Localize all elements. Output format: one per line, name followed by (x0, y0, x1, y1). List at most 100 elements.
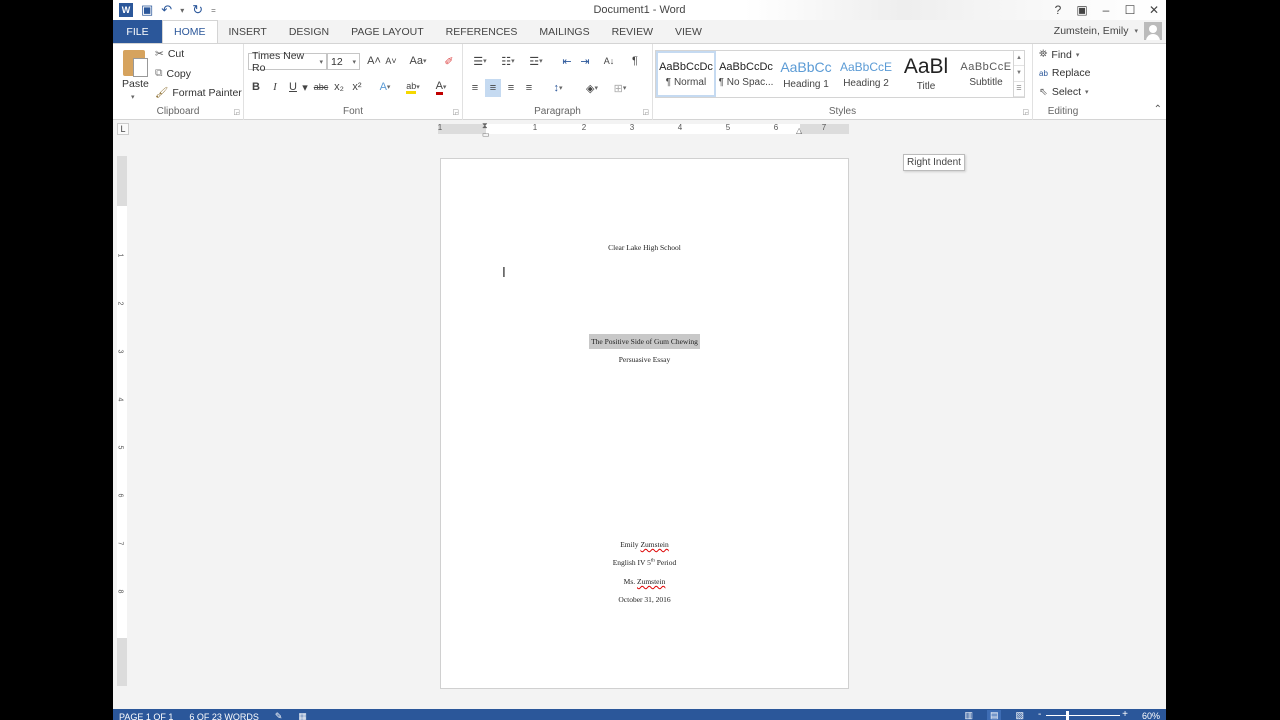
close-icon[interactable]: ✕ (1142, 0, 1166, 20)
proofing-icon[interactable]: ✎ (275, 711, 283, 720)
clear-formatting-icon[interactable]: ✐ (441, 52, 457, 70)
subscript-button[interactable]: x₂ (332, 78, 346, 96)
borders-button[interactable]: ⊞ ▾ (608, 79, 632, 97)
help-icon[interactable]: ? (1046, 0, 1070, 20)
strikethrough-button[interactable]: abc (312, 78, 330, 96)
tab-mailings[interactable]: MAILINGS (528, 20, 600, 43)
italic-button[interactable]: I (268, 78, 282, 96)
find-button[interactable]: ⛯ Find ▾ (1039, 48, 1079, 61)
scroll-down-icon[interactable]: ▼ (1014, 66, 1024, 82)
tab-references[interactable]: REFERENCES (435, 20, 529, 43)
read-mode-icon[interactable]: ▥ (964, 710, 973, 720)
multilevel-list-button[interactable]: ☲ ▾ (525, 52, 547, 70)
tab-design[interactable]: DESIGN (278, 20, 340, 43)
show-hide-marks-button[interactable]: ¶ (628, 52, 642, 70)
right-indent-handle[interactable]: △ (796, 126, 802, 135)
underline-button[interactable]: U (286, 78, 300, 96)
doc-line-school[interactable]: Clear Lake High School (441, 243, 848, 252)
justify-button[interactable]: ≡ (521, 79, 537, 97)
page-count[interactable]: PAGE 1 OF 1 (119, 712, 173, 720)
shading-button[interactable]: ◈ ▾ (580, 79, 604, 97)
font-size-select[interactable]: 12 ▾ (327, 53, 360, 70)
left-indent-handle[interactable]: ▭ (482, 130, 490, 139)
dialog-launcher-icon[interactable]: ◲ (452, 108, 459, 116)
doc-line-author[interactable]: Emily Zumstein (441, 540, 848, 549)
style-no-spacing[interactable]: AaBbCcDc ¶ No Spac... (716, 51, 776, 97)
dialog-launcher-icon[interactable]: ◲ (1022, 108, 1029, 116)
collapse-ribbon-icon[interactable]: ⌃ (1154, 104, 1162, 115)
numbering-button[interactable]: ☷ ▾ (497, 52, 519, 70)
scroll-up-icon[interactable]: ▲ (1014, 51, 1024, 67)
style-title[interactable]: AaBl Title (896, 51, 956, 97)
zoom-slider[interactable]: - + (1038, 709, 1128, 720)
more-styles-icon[interactable]: ☰ (1014, 82, 1024, 97)
user-account[interactable]: Zumstein, Emily ▾ (1054, 22, 1162, 40)
paste-dropdown-icon[interactable]: ▾ (131, 93, 135, 101)
font-color-button[interactable]: A ▾ (429, 78, 453, 96)
print-layout-icon[interactable]: ▤ (986, 710, 1002, 720)
selected-text[interactable]: The Positive Side of Gum Chewing (589, 334, 700, 349)
underline-dropdown-icon[interactable]: ▾ (301, 78, 309, 96)
zoom-thumb[interactable] (1065, 711, 1069, 720)
doc-line-title[interactable]: The Positive Side of Gum Chewing (441, 334, 848, 349)
superscript-button[interactable]: x² (350, 78, 364, 96)
highlight-button[interactable]: ab ▾ (401, 78, 425, 96)
align-left-button[interactable]: ≡ (467, 79, 483, 97)
bullets-button[interactable]: ☰ ▾ (469, 52, 491, 70)
tab-view[interactable]: VIEW (664, 20, 713, 43)
zoom-out-icon[interactable]: - (1038, 709, 1041, 720)
dialog-launcher-icon[interactable]: ◲ (233, 108, 240, 116)
paste-label[interactable]: Paste (122, 78, 149, 90)
tab-insert[interactable]: INSERT (218, 20, 278, 43)
format-painter-button[interactable]: 🖌 Format Painter (155, 86, 242, 100)
spelling-error[interactable]: Zumstein (637, 577, 665, 586)
cut-button[interactable]: ✂ Cut (155, 48, 184, 60)
doc-line-subtitle[interactable]: Persuasive Essay (441, 355, 848, 364)
web-layout-icon[interactable]: ▧ (1015, 710, 1024, 720)
spelling-error[interactable]: Zumstein (640, 540, 668, 549)
copy-button[interactable]: ⧉ Copy (155, 67, 191, 80)
vertical-ruler[interactable]: 1 2 3 4 5 6 7 8 (116, 156, 127, 686)
doc-line-teacher[interactable]: Ms. Zumstein (441, 577, 848, 586)
shrink-font-button[interactable]: A˅ (383, 52, 399, 70)
line-spacing-button[interactable]: ↕ ▾ (547, 79, 569, 97)
avatar[interactable] (1144, 22, 1162, 40)
word-count[interactable]: 6 OF 23 WORDS (189, 712, 259, 720)
macro-recording-icon[interactable]: ▦ (298, 711, 307, 720)
bold-button[interactable]: B (249, 78, 263, 96)
center-button[interactable]: ≡ (485, 79, 501, 97)
text-effects-button[interactable]: A ▾ (374, 78, 396, 96)
select-label: Select (1051, 86, 1081, 98)
user-name[interactable]: Zumstein, Emily (1054, 25, 1129, 37)
replace-button[interactable]: ab Replace (1039, 67, 1090, 79)
minimize-icon[interactable]: – (1094, 0, 1118, 20)
zoom-level[interactable]: 60% (1142, 711, 1160, 720)
style-heading-2[interactable]: AaBbCcE Heading 2 (836, 51, 896, 97)
style-heading-1[interactable]: AaBbCc Heading 1 (776, 51, 836, 97)
decrease-indent-button[interactable]: ⇤ (559, 52, 575, 70)
dialog-launcher-icon[interactable]: ◲ (642, 108, 649, 116)
horizontal-ruler[interactable]: 1 1 2 3 4 5 6 7 ⧗ ▭ △ (438, 121, 849, 139)
select-button[interactable]: ⇖ Select ▾ (1039, 86, 1089, 98)
style-subtitle[interactable]: AaBbCcE Subtitle (956, 51, 1016, 97)
scissors-icon: ✂ (155, 48, 164, 60)
tab-file[interactable]: FILE (113, 20, 162, 43)
font-name-select[interactable]: Times New Ro ▾ (248, 50, 327, 74)
chevron-down-icon[interactable]: ▾ (1134, 27, 1138, 35)
style-normal[interactable]: AaBbCcDc ¶ Normal (656, 51, 716, 97)
doc-line-class[interactable]: English IV 5th Period (441, 558, 848, 567)
tab-page-layout[interactable]: PAGE LAYOUT (340, 20, 435, 43)
grow-font-button[interactable]: A˄ (366, 52, 382, 70)
tab-review[interactable]: REVIEW (601, 20, 664, 43)
document-page[interactable]: Clear Lake High School The Positive Side… (440, 158, 849, 689)
maximize-icon[interactable]: ☐ (1118, 0, 1142, 20)
tab-selector[interactable]: L (117, 123, 129, 135)
increase-indent-button[interactable]: ⇥ (577, 52, 593, 70)
ribbon-display-options-icon[interactable]: ▣ (1070, 0, 1094, 20)
change-case-button[interactable]: Aa ▾ (405, 52, 431, 70)
sort-button[interactable]: A↓ (600, 52, 618, 70)
doc-line-date[interactable]: October 31, 2016 (441, 595, 848, 604)
tab-home[interactable]: HOME (162, 20, 218, 43)
align-right-button[interactable]: ≡ (503, 79, 519, 97)
zoom-in-icon[interactable]: + (1122, 709, 1128, 720)
